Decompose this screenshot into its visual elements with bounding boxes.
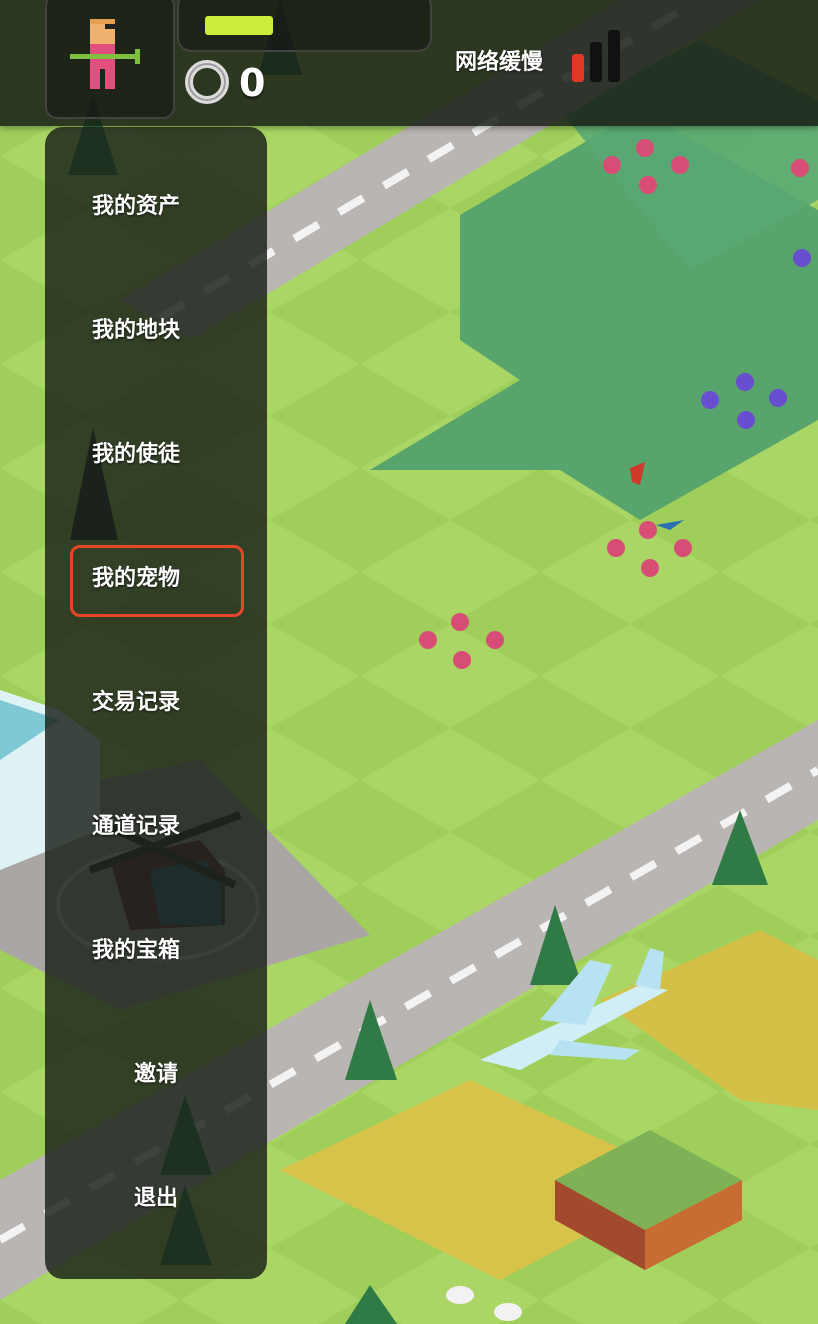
- silver-coin-icon: [185, 60, 229, 104]
- menu-item-assets[interactable]: 我的资产: [45, 177, 267, 237]
- side-menu: 我的资产 我的地块 我的使徒 我的宠物 交易记录 通道记录 我的宝箱 邀请 退出: [45, 127, 267, 1279]
- menu-item-chests[interactable]: 我的宝箱: [45, 921, 267, 981]
- menu-item-land[interactable]: 我的地块: [45, 301, 267, 361]
- top-hud-bar: 0 网络缓慢: [0, 0, 818, 126]
- signal-strength-icon: [572, 30, 620, 82]
- menu-item-pets[interactable]: 我的宠物: [45, 549, 267, 609]
- menu-item-invite[interactable]: 邀请: [45, 1045, 267, 1105]
- signal-bar: [590, 42, 602, 82]
- signal-bar: [608, 30, 620, 82]
- signal-bar: [572, 54, 584, 82]
- menu-item-transactions[interactable]: 交易记录: [45, 673, 267, 733]
- network-status-text: 网络缓慢: [455, 50, 544, 75]
- energy-bar: [177, 0, 432, 52]
- player-avatar-button[interactable]: [45, 0, 175, 119]
- menu-item-apprentices[interactable]: 我的使徒: [45, 425, 267, 485]
- menu-item-channel-records[interactable]: 通道记录: [45, 797, 267, 857]
- pixel-character-with-gun-icon: [70, 19, 140, 89]
- menu-item-logout[interactable]: 退出: [45, 1169, 267, 1229]
- coin-count: 0: [239, 61, 266, 105]
- energy-bar-fill: [205, 16, 273, 35]
